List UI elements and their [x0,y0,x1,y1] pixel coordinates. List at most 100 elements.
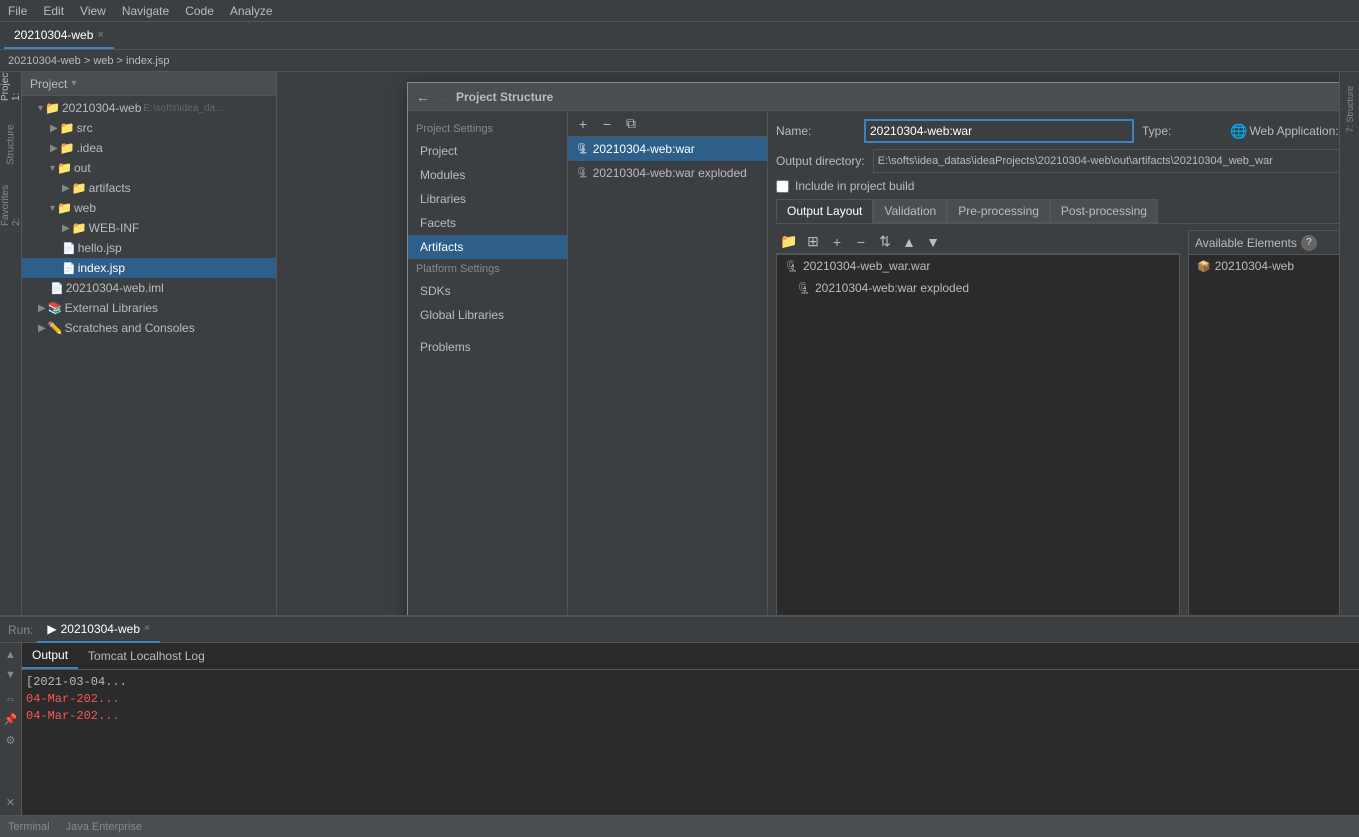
dialog-titlebar: ← → Project Structure ✕ [408,83,1359,111]
output-tree-down-btn[interactable]: ▼ [922,231,944,253]
output-item-exploded-label: 20210304-web:war exploded [815,281,969,295]
side-icon-structure[interactable]: Structure [2,136,20,154]
tree-item-root[interactable]: ▾ 📁 20210304-web E:\softs\idea_da... [22,98,276,118]
name-input[interactable] [864,119,1134,143]
side-icon-favorites[interactable]: 2: Favorites [2,196,20,214]
arrow-icon: ▶ [62,223,70,234]
status-java-enterprise[interactable]: Java Enterprise [66,821,142,833]
type-icon: 🌐 [1230,123,1247,140]
menu-analyze[interactable]: Analyze [230,4,273,18]
output-tree-module-btn[interactable]: ⊞ [802,231,824,253]
close-btn[interactable]: ✕ [4,794,17,811]
output-tree-add-btn[interactable]: + [826,231,848,253]
config-tabs: Output Layout Validation Pre-processing … [776,199,1359,224]
jsp-icon: 📄 [62,242,76,255]
artifact-war-exploded[interactable]: 🗜 20210304-web:war exploded [568,161,767,185]
platform-settings-label: Platform Settings [408,259,567,279]
output-item-exploded[interactable]: 🗜 20210304-web:war exploded [777,277,1179,299]
nav-facets[interactable]: Facets [408,211,567,235]
include-in-build-label[interactable]: Include in project build [795,179,914,193]
scroll-up-btn[interactable]: ▲ [3,647,18,663]
run-tab-close[interactable]: × [144,623,150,634]
artifacts-toolbar: + − ⧉ [568,111,767,137]
arrow-icon: ▾ [50,203,55,214]
help-icon[interactable]: ? [1301,235,1317,251]
tree-item-out[interactable]: ▾ 📁 out [22,158,276,178]
pin-btn[interactable]: 📌 [2,711,20,728]
menu-edit[interactable]: Edit [43,4,64,18]
output-dir-label: Output directory: [776,154,865,168]
tree-item-webinf[interactable]: ▶ 📁 WEB-INF [22,218,276,238]
panel-dropdown-icon[interactable]: ▾ [71,78,76,89]
tree-item-external-libs[interactable]: ▶ 📚 External Libraries [22,298,276,318]
menu-file[interactable]: File [8,4,27,18]
tab-tomcat-log[interactable]: Tomcat Localhost Log [78,643,215,669]
tree-item-src[interactable]: ▶ 📁 src [22,118,276,138]
artifact-war[interactable]: 🗜 20210304-web:war [568,137,767,161]
tree-label: External Libraries [65,301,158,315]
run-tab[interactable]: ▶ 20210304-web × [37,617,159,643]
forward-icon[interactable]: → [436,89,450,105]
tab-output[interactable]: Output [22,643,78,669]
tab-validation[interactable]: Validation [873,199,947,223]
bottom-sidebar: ▲ ▼ ⇔ 📌 ⚙ ✕ [0,643,22,815]
tab-close-icon[interactable]: × [97,29,103,41]
tree-item-hello-jsp[interactable]: 📄 hello.jsp [22,238,276,258]
settings-btn[interactable]: ⚙ [4,732,18,749]
output-tree-container: 📁 ⊞ + − ⇅ ▲ ▼ 🗜 [776,230,1180,615]
tree-item-web[interactable]: ▾ 📁 web [22,198,276,218]
output-tree-up-btn[interactable]: ▲ [898,231,920,253]
arrow-icon: ▶ [38,303,46,314]
add-artifact-button[interactable]: + [572,113,594,135]
side-icon-project[interactable]: 1: Project [2,76,20,94]
nav-problems[interactable]: Problems [408,335,567,359]
available-elements-header: Available Elements ? [1189,231,1359,255]
tree-label: WEB-INF [89,221,140,235]
tree-label: hello.jsp [78,241,122,255]
menu-navigate[interactable]: Navigate [122,4,169,18]
nav-modules[interactable]: Modules [408,163,567,187]
tree-label: out [74,161,91,175]
status-terminal[interactable]: Terminal [8,821,50,833]
tab-preprocessing[interactable]: Pre-processing [947,199,1050,223]
back-icon[interactable]: ← [416,89,430,105]
output-tree-toolbar: 📁 ⊞ + − ⇅ ▲ ▼ [776,230,1180,254]
copy-artifact-button[interactable]: ⧉ [620,113,642,135]
project-settings-label: Project Settings [408,119,567,139]
dialog-content: Project Settings Project Modules Librari… [408,111,1359,615]
nav-artifacts[interactable]: Artifacts [408,235,567,259]
output-tree-remove-btn[interactable]: − [850,231,872,253]
output-dir-input[interactable] [873,149,1359,173]
nav-libraries[interactable]: Libraries [408,187,567,211]
output-tree-folder-btn[interactable]: 📁 [778,231,800,253]
nav-global-libs[interactable]: Global Libraries [408,303,567,327]
nav-project[interactable]: Project [408,139,567,163]
available-item-module[interactable]: 📦 20210304-web [1189,255,1359,277]
menu-view[interactable]: View [80,4,106,18]
arrow-icon: ▶ [50,143,58,154]
nav-sdks[interactable]: SDKs [408,279,567,303]
right-panel-label: 7: Structure [1345,86,1355,133]
tree-item-index-jsp[interactable]: 📄 index.jsp [22,258,276,278]
tree-item-artifacts[interactable]: ▶ 📁 artifacts [22,178,276,198]
bottom-panel: Run: ▶ 20210304-web × ▲ ▼ ⇔ 📌 ⚙ ✕ Output… [0,615,1359,815]
output-tree-sort-btn[interactable]: ⇅ [874,231,896,253]
log-line-0: [2021-03-04... [26,674,1355,691]
artifact-war-exploded-label: 20210304-web:war exploded [593,166,747,180]
run-label: Run: [8,623,33,637]
output-item-war[interactable]: 🗜 20210304-web_war.war [777,255,1179,277]
include-in-build-checkbox[interactable] [776,180,789,193]
tab-postprocessing[interactable]: Post-processing [1050,199,1158,223]
tab-project[interactable]: 20210304-web × [4,23,114,49]
output-dir-row: Output directory: 📁 [776,149,1359,173]
content-area: 1: Project Structure 2: Favorites Projec… [0,72,1359,615]
remove-artifact-button[interactable]: − [596,113,618,135]
status-bar: Terminal Java Enterprise [0,815,1359,837]
tree-item-idea[interactable]: ▶ 📁 .idea [22,138,276,158]
tab-output-layout[interactable]: Output Layout [776,199,873,223]
menu-code[interactable]: Code [185,4,214,18]
scroll-down-btn[interactable]: ▼ [3,667,18,683]
tree-item-scratches[interactable]: ▶ ✏️ Scratches and Consoles [22,318,276,338]
wrap-btn[interactable]: ⇔ [3,691,18,707]
tree-item-iml[interactable]: 📄 20210304-web.iml [22,278,276,298]
